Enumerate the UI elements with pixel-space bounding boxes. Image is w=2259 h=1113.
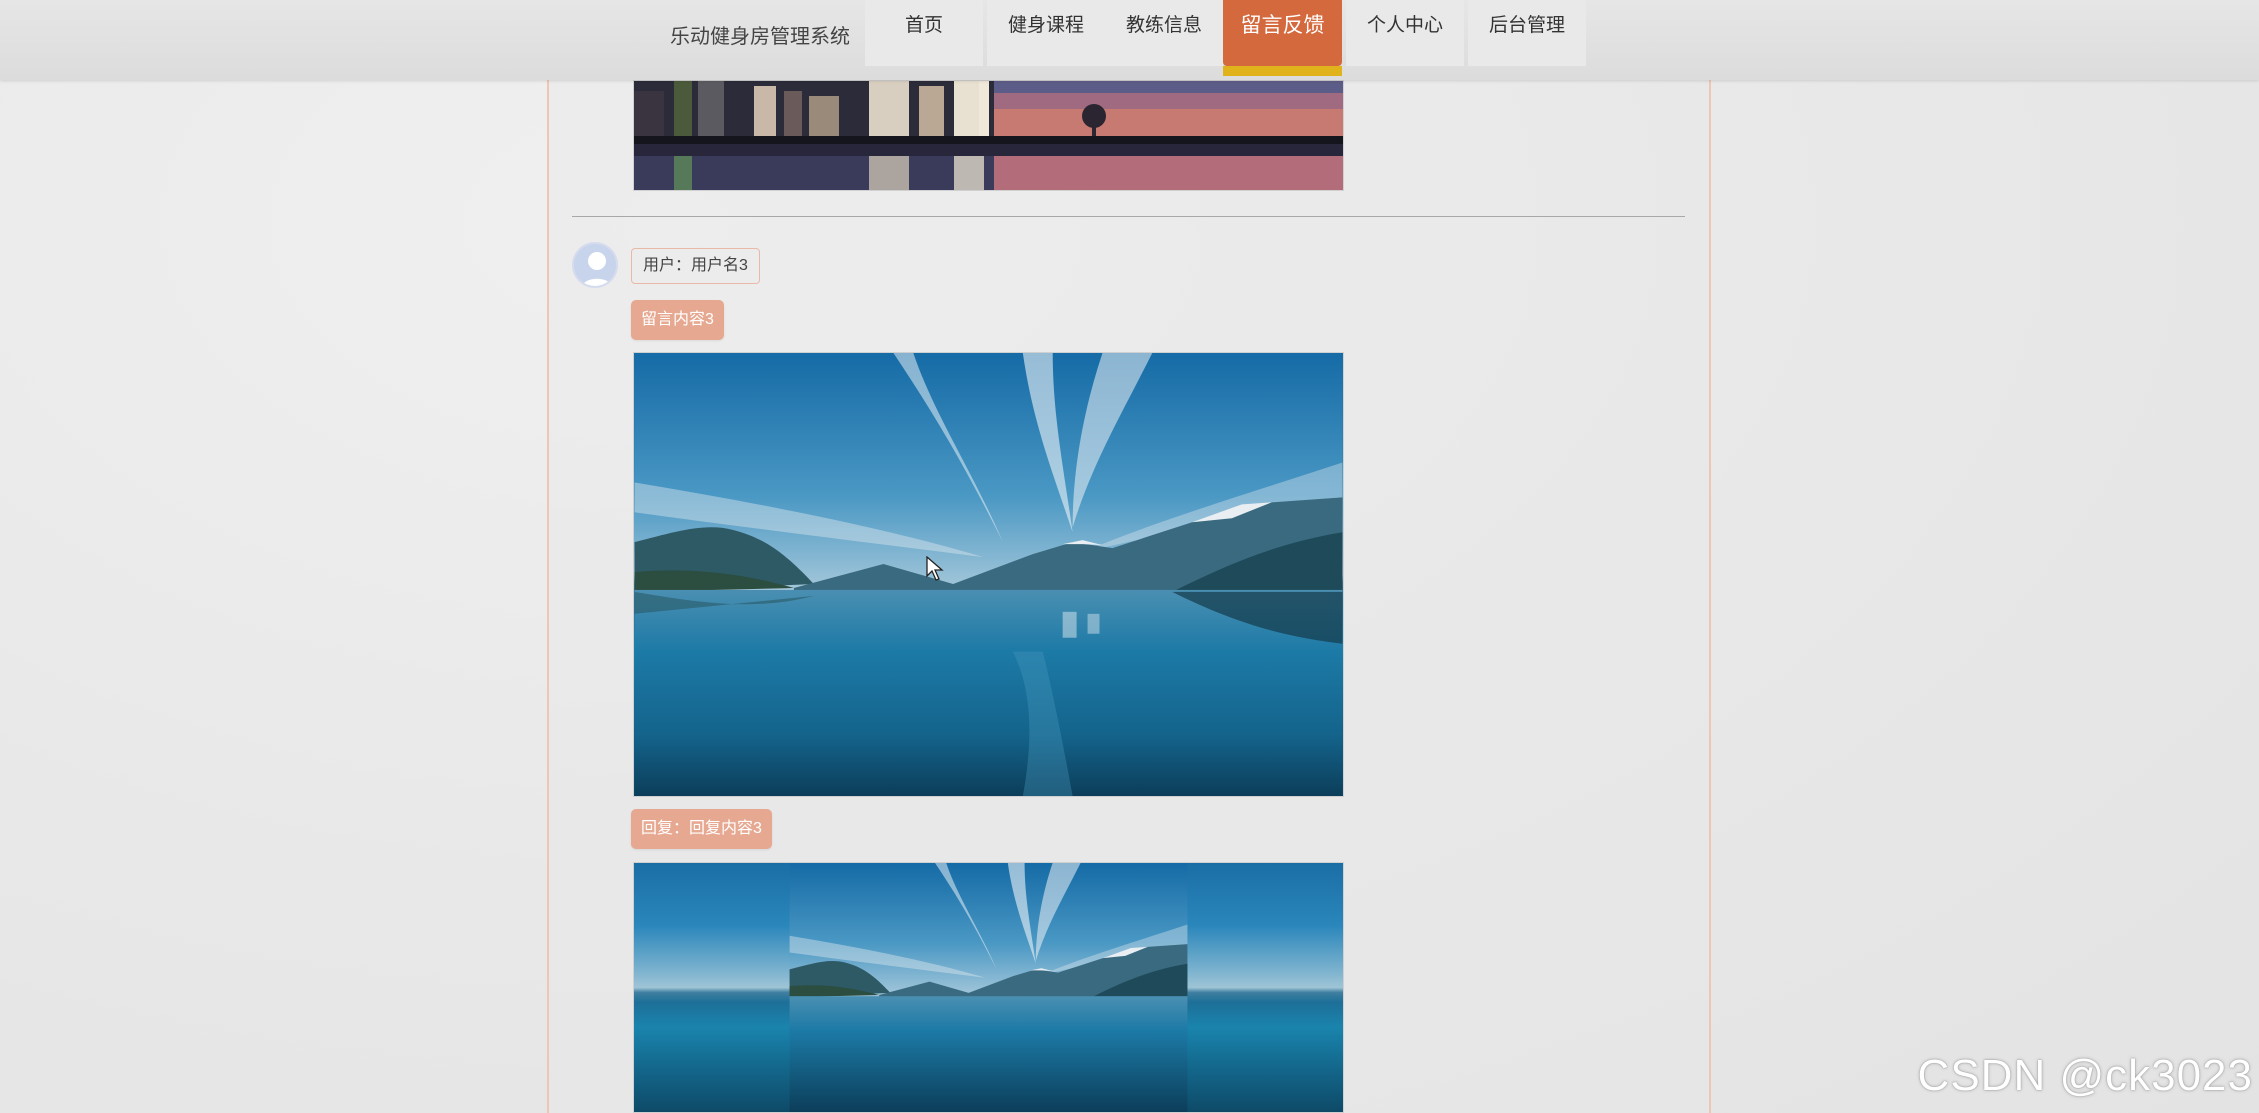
nav-item-admin[interactable]: 后台管理 — [1468, 0, 1586, 66]
user-avatar — [572, 242, 618, 288]
watermark-text: CSDN @ck3023 — [1917, 1051, 2253, 1100]
nav-item-coaches[interactable]: 教练信息 — [1105, 0, 1223, 66]
site-brand[interactable]: 乐动健身房管理系统 — [670, 20, 850, 49]
nav-item-profile[interactable]: 个人中心 — [1346, 0, 1464, 66]
message-divider — [572, 216, 1685, 217]
message-user-label: 用户：用户名3 — [631, 248, 760, 284]
nav-item-courses[interactable]: 健身课程 — [987, 0, 1105, 66]
message-reply-label: 回复：回复内容3 — [631, 809, 772, 849]
nav-item-home[interactable]: 首页 — [865, 0, 983, 66]
nav-item-feedback[interactable]: 留言反馈 — [1223, 0, 1342, 76]
reply-image — [633, 862, 1344, 1113]
mouse-cursor-icon — [926, 556, 944, 581]
message-content-label: 留言内容3 — [631, 300, 724, 340]
top-nav-bar: 乐动健身房管理系统 首页 健身课程 教练信息 留言反馈 个人中心 后台管理 — [0, 0, 2259, 80]
message-image-city — [633, 80, 1344, 191]
message-content-image — [633, 352, 1344, 797]
